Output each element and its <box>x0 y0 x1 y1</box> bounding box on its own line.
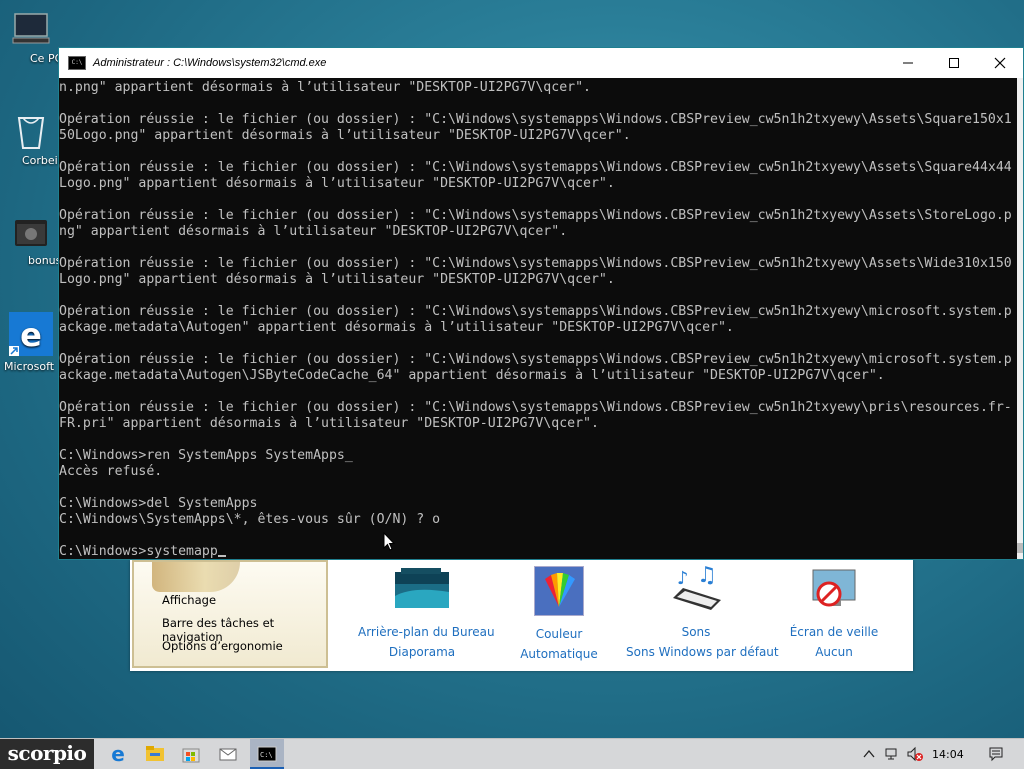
svg-text:e: e <box>111 743 125 765</box>
item-value: Automatique <box>520 647 598 661</box>
store-icon <box>182 748 200 763</box>
item-value: Diaporama <box>388 645 456 659</box>
taskbar-mail-button[interactable] <box>217 743 239 765</box>
taskbar-cmd-button[interactable]: C:\ <box>250 739 284 769</box>
cmd-window[interactable]: C:\ Administrateur : C:\Windows\system32… <box>58 47 1024 560</box>
close-icon <box>994 57 1006 69</box>
mouse-pointer-icon <box>383 532 395 551</box>
desktop-icon-label: bonus <box>28 254 62 267</box>
sounds-item[interactable]: ♪ ♫ Sons Sons Windows par défaut <box>626 563 779 662</box>
desktop-icon-recycle-bin[interactable]: Corbeille <box>0 112 62 167</box>
network-icon[interactable] <box>884 747 900 761</box>
see-also-panel: Affichage Barre des tâches et navigation… <box>132 560 328 668</box>
chevron-up-icon[interactable] <box>862 747 876 761</box>
edge-icon: e <box>7 310 55 358</box>
edge-icon: e <box>111 742 125 766</box>
minimize-icon <box>903 62 913 64</box>
taskbar-edge-button[interactable]: e <box>107 742 129 766</box>
item-value: Sons Windows par défaut <box>626 645 779 659</box>
desktop-icon-bonus[interactable]: bonus <box>0 212 62 267</box>
action-center-icon[interactable] <box>988 746 1004 762</box>
console-text: n.png" appartient désormais à l’utilisat… <box>59 80 1012 527</box>
taskbar-file-explorer-button[interactable] <box>144 743 166 765</box>
display-link[interactable]: Affichage <box>162 593 216 607</box>
screensaver-icon <box>805 566 863 614</box>
item-title: Sons <box>681 625 711 639</box>
ease-of-access-link[interactable]: Options d’ergonomie <box>162 639 283 653</box>
desktop-icon-label: Corbeille <box>22 154 62 167</box>
mail-icon <box>219 748 237 761</box>
svg-text:C:\: C:\ <box>260 751 273 759</box>
system-tray: 14:04 <box>862 739 1004 769</box>
text-cursor <box>217 555 226 557</box>
computer-icon <box>11 10 51 50</box>
svg-text:♪: ♪ <box>677 568 689 589</box>
color-palette-icon <box>534 566 584 616</box>
item-title: Arrière-plan du Bureau <box>358 625 495 639</box>
cmd-icon: C:\ <box>257 746 277 762</box>
cmd-app-icon[interactable]: C:\ <box>68 56 86 70</box>
maximize-icon <box>949 58 959 68</box>
item-title: Écran de veille <box>789 625 879 639</box>
window-title: Administrateur : C:\Windows\system32\cmd… <box>93 57 327 69</box>
prompt-text: C:\Windows>systemapp <box>59 544 218 559</box>
desktop-background-icon <box>393 566 451 614</box>
title-bar[interactable]: C:\ Administrateur : C:\Windows\system32… <box>59 48 1023 78</box>
console-prompt-line[interactable]: C:\Windows>systemapp <box>59 544 1019 560</box>
maximize-button[interactable] <box>931 48 977 78</box>
folder-icon <box>11 212 51 252</box>
svg-text:e: e <box>20 316 42 354</box>
item-title: Couleur <box>535 627 583 641</box>
desktop-icon-this-pc[interactable]: Ce PC <box>0 10 62 65</box>
taskbar-store-button[interactable] <box>180 743 202 765</box>
desktop-icon-edge[interactable]: e Microsoft <box>0 310 62 373</box>
console-output[interactable]: n.png" appartient désormais à l’utilisat… <box>59 80 1019 560</box>
vertical-scrollbar[interactable] <box>1017 78 1023 559</box>
color-item[interactable]: Couleur Automatique <box>514 566 604 664</box>
desktop-icon-label: Ce PC <box>30 52 62 65</box>
desktop-background-item[interactable]: Arrière-plan du Bureau Diaporama <box>358 566 495 662</box>
start-button[interactable]: scorpio <box>0 739 94 769</box>
recycle-bin-icon <box>11 112 51 152</box>
folder-icon <box>146 746 164 761</box>
scrollbar-thumb[interactable] <box>1017 543 1023 553</box>
taskbar: scorpio e C:\ 14:04 <box>0 738 1024 769</box>
svg-text:♫: ♫ <box>697 566 717 588</box>
volume-muted-icon[interactable] <box>906 746 924 762</box>
minimize-button[interactable] <box>885 48 931 78</box>
clock[interactable]: 14:04 <box>932 748 964 761</box>
theme-thumbnail <box>152 562 240 592</box>
desktop-icon-label: Microsoft <box>4 360 55 373</box>
screensaver-item[interactable]: Écran de veille Aucun <box>784 566 884 662</box>
item-value: Aucun <box>815 645 853 659</box>
close-button[interactable] <box>977 48 1023 78</box>
personalization-window: Affichage Barre des tâches et navigation… <box>130 560 913 671</box>
sounds-icon: ♪ ♫ <box>667 563 725 614</box>
